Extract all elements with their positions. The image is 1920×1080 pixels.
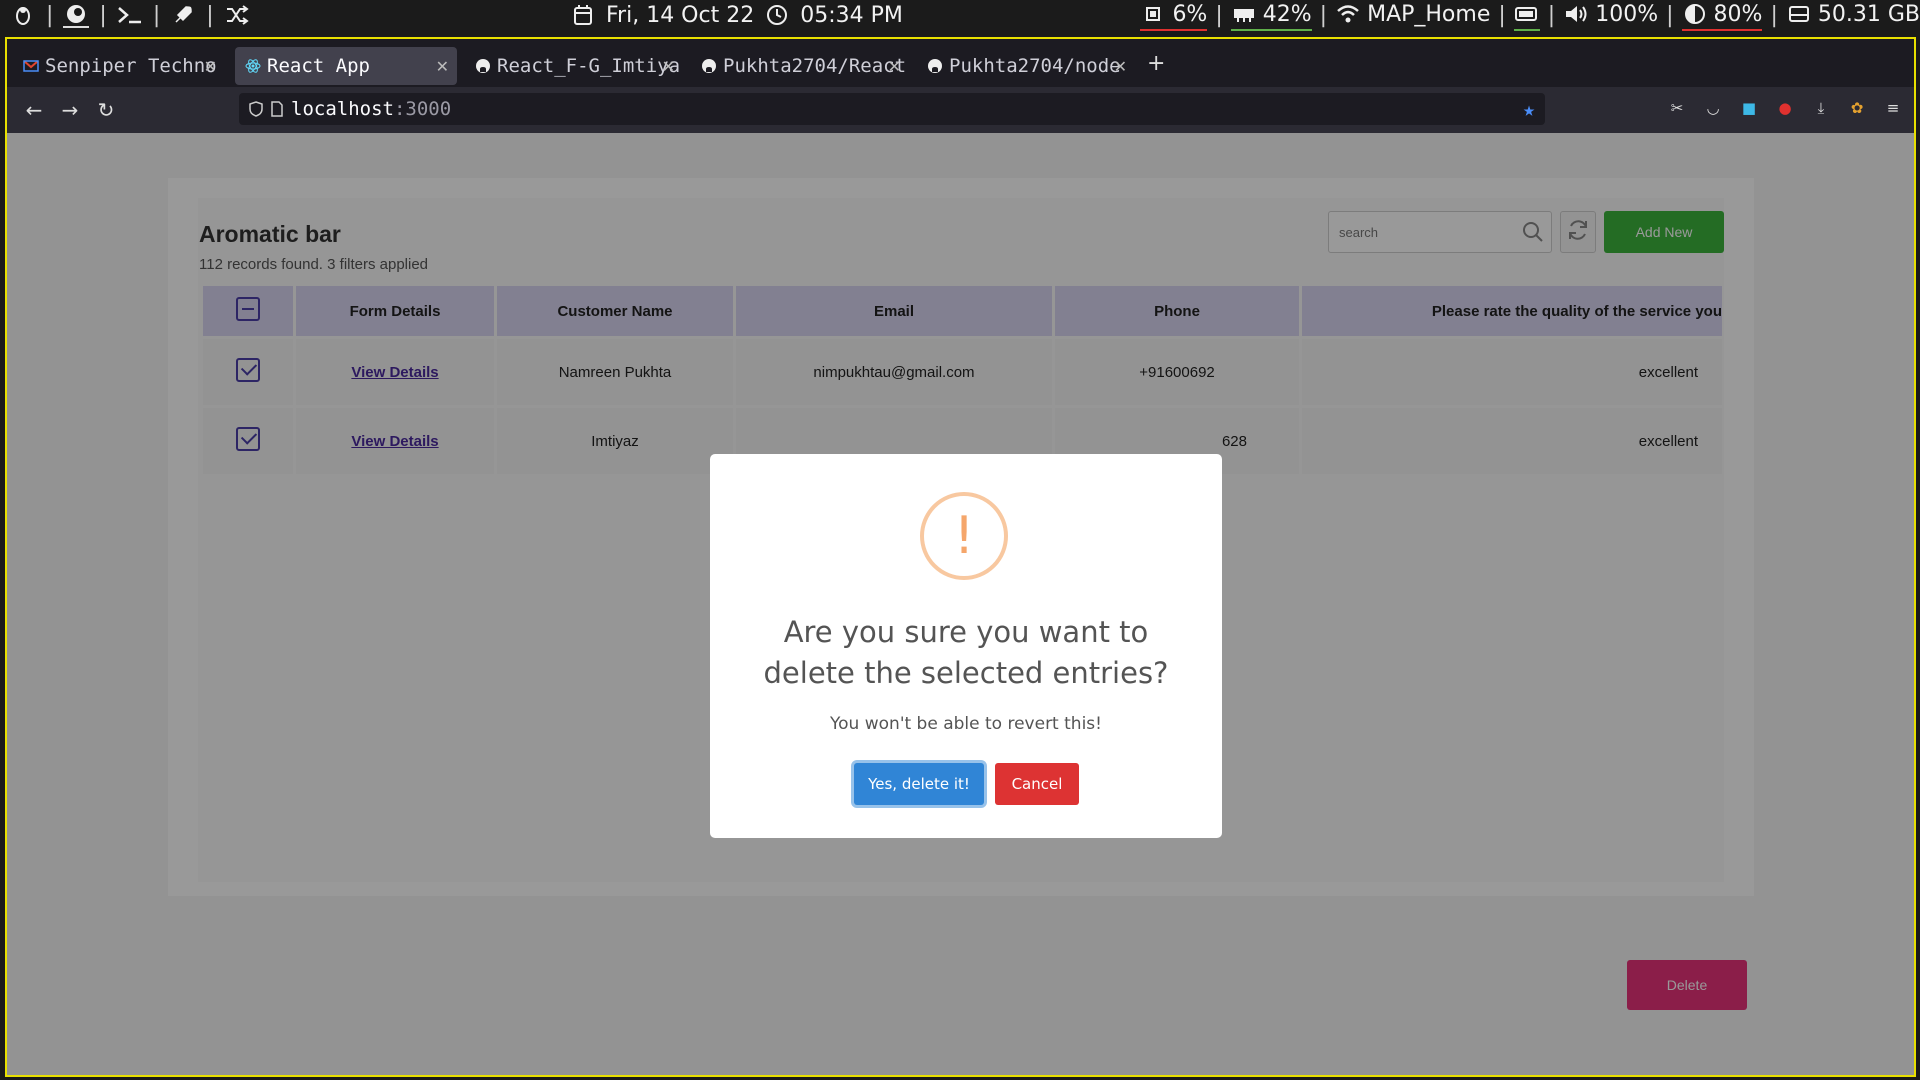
page-content: Aromatic bar 112 records found. 3 filter…	[7, 133, 1914, 1075]
separator: |	[1319, 2, 1328, 28]
menu-icon[interactable]: ≡	[1882, 97, 1904, 119]
dialog-title: Are you sure you want to delete the sele…	[763, 615, 1169, 690]
save-icon[interactable]: ■	[1738, 97, 1760, 119]
page-icon	[271, 101, 283, 117]
linux-icon[interactable]	[10, 2, 36, 28]
warning-icon: !	[920, 492, 1008, 580]
extension-icon[interactable]: ●	[1774, 97, 1796, 119]
separator: |	[1666, 2, 1674, 28]
battery-icon	[1514, 1, 1540, 27]
tab-strip: Senpiper Techno ✕ React App ✕ React_F-G_…	[7, 39, 1914, 87]
color-picker-icon[interactable]: ✿	[1846, 97, 1868, 119]
firefox-icon[interactable]	[63, 2, 90, 28]
cpu-indicator[interactable]: 6%	[1140, 1, 1208, 31]
brightness-value: 80%	[1713, 1, 1763, 27]
rocket-icon[interactable]	[170, 2, 196, 28]
url-port: :3000	[393, 98, 452, 120]
separator: |	[206, 2, 214, 28]
tab-label: React_F-G_Imtiya	[497, 55, 681, 77]
nav-bar: ← → ↻ localhost:3000 ★ ✂ ◡ ■ ● ⤓ ✿ ≡	[7, 87, 1914, 133]
screenshot-icon[interactable]: ✂	[1666, 97, 1688, 119]
cpu-icon	[1140, 1, 1166, 27]
close-tab-icon[interactable]: ✕	[888, 57, 901, 76]
tab-label: Senpiper Techno	[45, 55, 217, 77]
tab-react-app[interactable]: React App ✕	[235, 47, 457, 85]
separator: |	[1547, 2, 1556, 28]
github-icon	[927, 58, 943, 74]
memory-value: 42%	[1262, 1, 1312, 27]
close-tab-icon[interactable]: ✕	[662, 57, 675, 76]
close-tab-icon[interactable]: ✕	[436, 57, 449, 76]
calendar-icon	[570, 2, 596, 28]
brightness-icon	[1682, 1, 1708, 27]
separator: |	[152, 2, 161, 28]
new-tab-icon[interactable]: +	[1147, 51, 1165, 76]
dialog-message: You won't be able to revert this!	[830, 714, 1102, 734]
volume-value: 100%	[1595, 1, 1659, 27]
disk-icon	[1786, 1, 1812, 27]
wifi-indicator[interactable]: MAP_Home	[1335, 1, 1490, 29]
close-tab-icon[interactable]: ✕	[204, 57, 217, 76]
github-icon	[701, 58, 717, 74]
brightness-indicator[interactable]: 80%	[1681, 1, 1763, 31]
tab-pukhta-react[interactable]: Pukhta2704/React ✕	[691, 47, 909, 85]
disk-value: 50.31 GB	[1817, 1, 1920, 27]
url-host: localhost	[291, 98, 394, 120]
separator: |	[1215, 2, 1223, 28]
date-text: Fri, 14 Oct 22	[606, 2, 755, 28]
pocket-icon[interactable]: ◡	[1702, 97, 1724, 119]
bookmark-star-icon[interactable]: ★	[1523, 97, 1535, 121]
disk-indicator[interactable]: 50.31 GB	[1786, 1, 1920, 29]
terminal-icon[interactable]	[117, 2, 143, 28]
wifi-name: MAP_Home	[1367, 1, 1491, 27]
close-tab-icon[interactable]: ✕	[1114, 57, 1127, 76]
url-bar[interactable]: localhost:3000 ★	[239, 93, 1545, 125]
cpu-value: 6%	[1172, 1, 1208, 27]
download-icon[interactable]: ⤓	[1810, 97, 1832, 119]
volume-icon	[1563, 1, 1589, 27]
forward-icon[interactable]: →	[57, 97, 83, 123]
cancel-button[interactable]: Cancel	[995, 763, 1079, 805]
separator: |	[46, 2, 54, 28]
memory-icon	[1231, 1, 1257, 27]
react-icon	[245, 58, 261, 74]
shuffle-icon[interactable]	[224, 2, 250, 28]
shield-icon[interactable]	[249, 101, 263, 117]
github-icon	[475, 58, 491, 74]
back-icon[interactable]: ←	[21, 97, 47, 123]
confirm-delete-button[interactable]: Yes, delete it!	[854, 763, 984, 805]
browser-window: Senpiper Techno ✕ React App ✕ React_F-G_…	[5, 37, 1916, 1077]
tab-pukhta-node[interactable]: Pukhta2704/node ✕	[917, 47, 1135, 85]
confirm-delete-dialog: ! Are you sure you want to delete the se…	[710, 454, 1222, 838]
clock-icon	[764, 2, 790, 28]
time-text: 05:34 PM	[800, 2, 903, 28]
gmail-icon	[23, 58, 39, 74]
tab-senpiper[interactable]: Senpiper Techno ✕	[13, 47, 225, 85]
tab-react-fg[interactable]: React_F-G_Imtiya ✕	[465, 47, 683, 85]
tab-label: React App	[267, 55, 370, 77]
separator: |	[1498, 2, 1506, 28]
tab-label: Pukhta2704/React	[723, 55, 907, 77]
separator: |	[1770, 2, 1778, 28]
wifi-icon	[1335, 1, 1361, 27]
battery-indicator[interactable]	[1513, 1, 1540, 31]
system-bar: | | | | Fri, 14 Oct 22 05:34 PM 6% | 42%…	[0, 0, 1920, 31]
reload-icon[interactable]: ↻	[93, 97, 119, 123]
volume-indicator[interactable]: 100%	[1563, 1, 1658, 29]
memory-indicator[interactable]: 42%	[1230, 1, 1312, 31]
tab-label: Pukhta2704/node	[949, 55, 1121, 77]
separator: |	[99, 2, 107, 28]
